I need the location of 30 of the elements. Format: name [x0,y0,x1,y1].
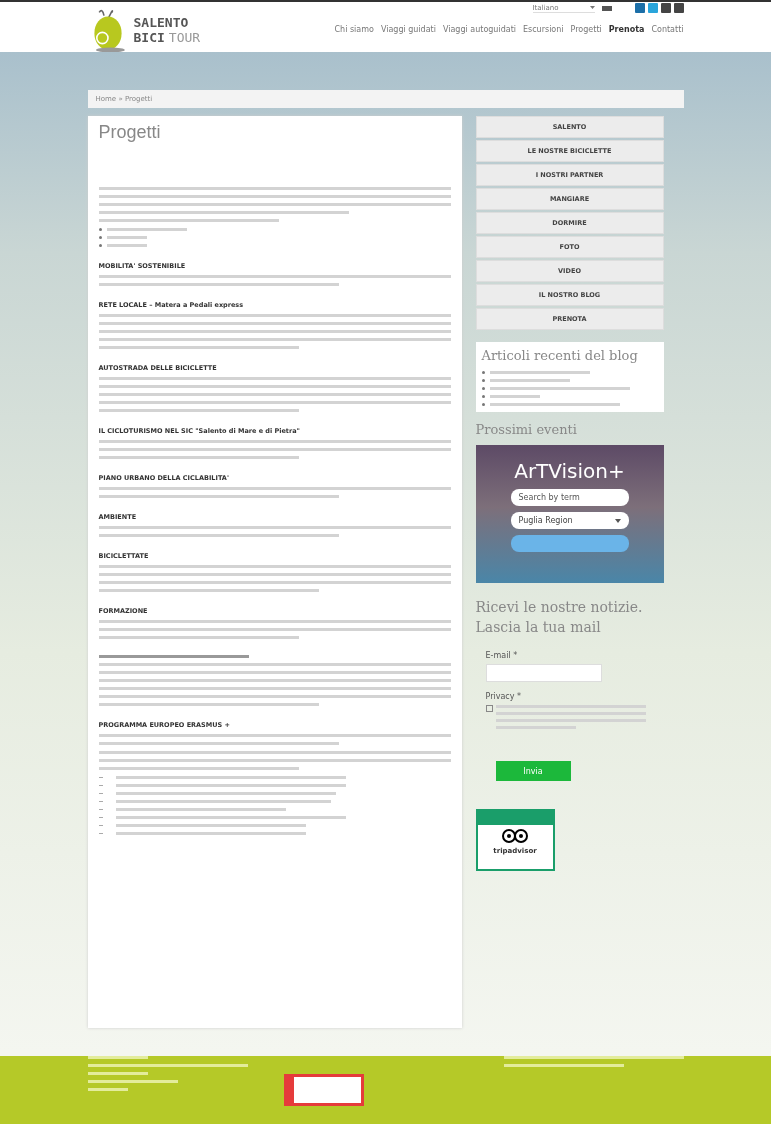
widget-logo-text: ArTVision+ [514,459,625,483]
privacy-checkbox[interactable] [485,705,493,712]
logo[interactable]: SALENTO BICI TOUR [87,2,201,56]
nav-link[interactable]: Prenota [608,25,645,34]
page-title: Progetti [98,122,161,143]
caret-icon [589,6,595,9]
logo-text: SALENTO [133,15,190,30]
field-label: E-mail * [485,651,518,660]
nav-link[interactable]: Viaggi guidati [380,25,436,34]
owl-icon [502,829,528,843]
search-field[interactable]: Search by term [510,489,629,506]
flag-icon[interactable] [601,5,612,11]
facebook-icon[interactable] [634,3,645,13]
widget-title: Ricevi le nostre notizie. Lascia la tua mail [475,598,644,637]
widget-title: Articoli recenti del blog [481,348,639,363]
logo-text: BICI [133,29,165,45]
social-icon[interactable] [673,3,684,13]
nav-link[interactable]: Progetti [570,25,602,34]
region-select[interactable]: Puglia Region [510,512,629,529]
email-field[interactable] [485,664,602,682]
caret-icon [614,518,621,523]
nav-link[interactable]: Chi siamo [334,25,374,34]
award-logo-icon [283,1074,364,1106]
widget-title: Prossimi eventi [475,422,578,437]
nav-link[interactable]: Viaggi autoguidati [442,25,516,34]
field-label: Privacy * [485,692,521,701]
logo-text: TOUR [168,29,201,45]
nav-link[interactable]: Contatti [651,25,684,34]
nav-link[interactable]: Escursioni [523,25,564,34]
social-icon[interactable] [660,3,671,13]
